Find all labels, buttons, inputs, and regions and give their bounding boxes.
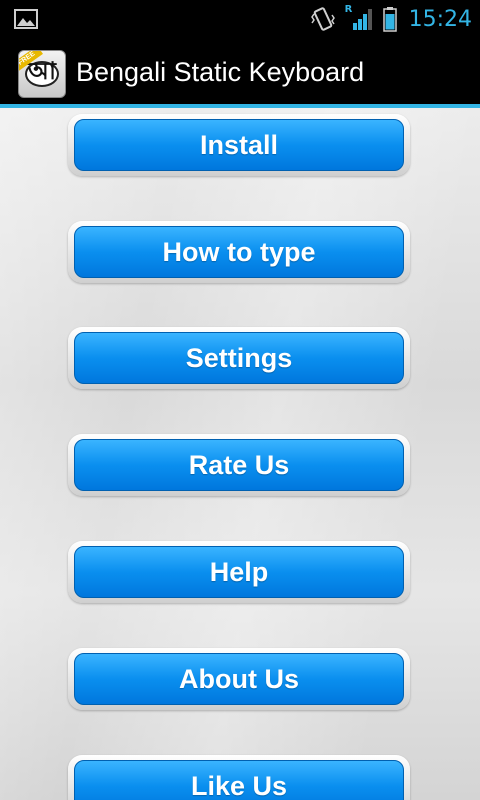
main-content: Install How to type Settings Rate Us Hel…	[0, 108, 480, 800]
image-notification-icon	[14, 9, 38, 29]
install-button-frame: Install	[68, 114, 410, 176]
battery-icon	[382, 7, 397, 32]
install-button[interactable]: Install	[74, 119, 404, 171]
status-icons: R 15:24	[310, 0, 472, 38]
status-clock: 15:24	[408, 6, 472, 32]
app-icon-glyph: আ	[28, 57, 56, 85]
rate-us-button[interactable]: Rate Us	[74, 439, 404, 491]
app-title: Bengali Static Keyboard	[76, 57, 365, 87]
how-to-type-button-frame: How to type	[68, 221, 410, 283]
help-button-frame: Help	[68, 541, 410, 603]
settings-button[interactable]: Settings	[74, 332, 404, 384]
vibrate-icon	[310, 7, 335, 31]
rate-us-button-frame: Rate Us	[68, 434, 410, 496]
settings-button-frame: Settings	[68, 327, 410, 389]
like-us-button-frame: Like Us	[68, 755, 410, 800]
like-us-button[interactable]: Like Us	[74, 760, 404, 800]
signal-icon: R	[345, 4, 373, 32]
how-to-type-button[interactable]: How to type	[74, 226, 404, 278]
about-us-button[interactable]: About Us	[74, 653, 404, 705]
status-bar: R 15:24	[0, 0, 480, 38]
about-us-button-frame: About Us	[68, 648, 410, 710]
action-bar: আ FREE Bengali Static Keyboard	[0, 38, 480, 106]
app-icon[interactable]: আ FREE	[18, 50, 66, 98]
help-button[interactable]: Help	[74, 546, 404, 598]
